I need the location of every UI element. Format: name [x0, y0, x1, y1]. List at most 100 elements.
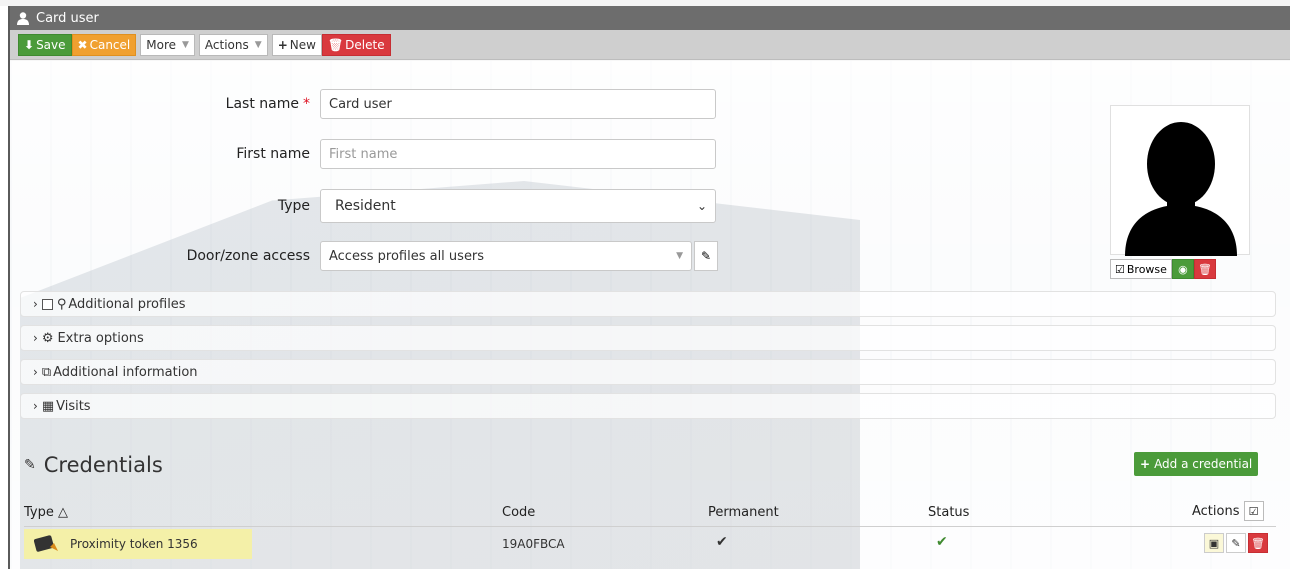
caret-down-icon: ▼	[182, 39, 189, 50]
section-additional-information[interactable]: › ⧉ Additional information	[20, 359, 1276, 385]
building-icon: ▦	[41, 398, 55, 414]
sitemap-icon: ⧉	[41, 364, 52, 380]
delete-button[interactable]: 🗑 Delete	[321, 33, 391, 56]
camera-icon: ◉	[1178, 262, 1188, 276]
cancel-icon: ✖	[77, 37, 88, 52]
pencil-icon: ✎	[700, 249, 712, 263]
table-row[interactable]: Proximity token 1356 19A0FBCA ✔ ✔ ▣ ✎ 🗑	[24, 529, 1276, 559]
trash-icon: 🗑	[1197, 262, 1212, 276]
type-value: Resident	[335, 198, 396, 214]
section-visits[interactable]: › ▦ Visits	[20, 393, 1276, 419]
credential-code: 19A0FBCA	[502, 537, 565, 551]
first-name-row: First name First name	[180, 139, 716, 169]
save-button[interactable]: ⬇ Save	[18, 33, 72, 56]
col-permanent[interactable]: Permanent	[708, 505, 779, 520]
col-status[interactable]: Status	[928, 505, 969, 520]
col-type[interactable]: Type △	[24, 505, 68, 520]
delete-credential-button[interactable]: 🗑	[1248, 533, 1268, 553]
more-dropdown[interactable]: More ▼	[140, 33, 195, 56]
last-name-label-text: Last name	[225, 96, 299, 112]
toolbar: ⬇ Save ✖ Cancel More ▼ Actions ▼ + New 🗑…	[10, 30, 1290, 60]
chevron-right-icon: ›	[33, 365, 38, 379]
trash-icon: 🗑	[327, 37, 344, 52]
edit-credential-button[interactable]: ✎	[1226, 533, 1246, 553]
proximity-token-icon	[34, 535, 58, 552]
window-titlebar: Card user	[10, 6, 1290, 30]
first-name-label: First name	[236, 146, 310, 162]
user-icon	[17, 12, 29, 25]
plus-icon: +	[1140, 457, 1151, 471]
actions-dropdown[interactable]: Actions ▼	[198, 33, 268, 56]
door-zone-label: Door/zone access	[186, 248, 310, 264]
chevron-right-icon: ›	[33, 331, 38, 345]
last-name-row: Last name * Card user	[180, 89, 716, 119]
credential-type: Proximity token 1356	[70, 537, 198, 551]
chevron-right-icon: ›	[33, 399, 38, 413]
actions-label: Actions	[204, 37, 249, 52]
permanent-check-icon: ✔	[716, 534, 728, 550]
credentials-title: Credentials	[43, 453, 163, 477]
more-label: More	[146, 37, 176, 52]
add-credential-button[interactable]: + Add a credential	[1134, 452, 1259, 476]
pencil-icon: ✎	[1231, 536, 1241, 550]
type-select[interactable]: Resident ⌄	[320, 189, 716, 223]
required-asterisk: *	[303, 96, 310, 112]
extra-options-label: Extra options	[57, 330, 144, 346]
delete-label: Delete	[345, 37, 385, 52]
col-actions: Actions ☑	[1192, 501, 1264, 521]
last-name-input[interactable]: Card user	[320, 89, 716, 119]
gears-icon: ⚙	[41, 330, 54, 346]
type-row: Type Resident ⌄	[180, 189, 716, 223]
chevron-down-icon: ⌄	[696, 199, 707, 213]
door-zone-value: Access profiles all users	[329, 248, 485, 264]
row-actions: ▣ ✎ 🗑	[1202, 533, 1268, 553]
card-user-window: Card user ⬇ Save ✖ Cancel More ▼ Actions…	[8, 6, 1290, 569]
photo-tools: ☑ Browse ◉ 🗑	[1110, 259, 1216, 279]
col-actions-label: Actions	[1192, 503, 1240, 519]
caret-down-icon: ▼	[676, 251, 683, 261]
caret-down-icon: ▼	[254, 39, 262, 50]
browse-button[interactable]: ☑ Browse	[1110, 259, 1172, 279]
browse-label: Browse	[1126, 262, 1167, 276]
tags-icon: ✎	[24, 457, 36, 473]
section-extra-options[interactable]: › ⚙ Extra options	[20, 325, 1276, 351]
credentials-table-header: Type △ Code Permanent Status Actions ☑	[24, 499, 1276, 527]
form-content: Last name * Card user First name First na…	[10, 61, 1290, 569]
chevron-right-icon: ›	[33, 297, 38, 311]
edit-door-zone-button[interactable]: ✎	[694, 241, 718, 271]
checkbox-icon[interactable]	[41, 298, 53, 310]
profile-key-icon: ⚲	[56, 296, 67, 312]
cancel-label: Cancel	[89, 37, 131, 52]
door-zone-select[interactable]: Access profiles all users ▼	[320, 241, 692, 271]
window-title: Card user	[36, 10, 99, 26]
trash-icon: 🗑	[1251, 536, 1265, 550]
first-name-placeholder: First name	[329, 146, 398, 162]
save-icon: ⬇	[24, 37, 35, 52]
view-credential-button[interactable]: ▣	[1204, 533, 1224, 553]
additional-profiles-label: Additional profiles	[68, 296, 186, 312]
silhouette-icon	[1125, 122, 1237, 256]
save-label: Save	[36, 37, 66, 52]
visits-label: Visits	[56, 398, 91, 414]
camera-button[interactable]: ◉	[1171, 259, 1194, 279]
credentials-heading: ✎ Credentials	[24, 453, 163, 477]
last-name-value: Card user	[329, 96, 392, 112]
status-check-icon: ✔	[936, 534, 948, 550]
select-all-icon[interactable]: ☑	[1243, 501, 1264, 521]
first-name-input[interactable]: First name	[320, 139, 716, 169]
cancel-button[interactable]: ✖ Cancel	[71, 33, 137, 56]
new-label: New	[289, 37, 316, 52]
col-code[interactable]: Code	[502, 505, 535, 520]
plus-icon: +	[277, 37, 288, 52]
new-button[interactable]: + New	[271, 33, 322, 56]
door-zone-row: Door/zone access Access profiles all use…	[180, 241, 718, 271]
last-name-label: Last name *	[180, 96, 320, 112]
add-credential-label: Add a credential	[1154, 457, 1253, 471]
additional-information-label: Additional information	[53, 364, 198, 380]
user-photo	[1110, 105, 1250, 256]
delete-photo-button[interactable]: 🗑	[1193, 259, 1216, 279]
section-additional-profiles[interactable]: › ⚲ Additional profiles	[20, 291, 1276, 317]
type-label: Type	[277, 198, 310, 214]
credential-type-cell: Proximity token 1356	[24, 529, 252, 559]
edit-box-icon: ☑	[1115, 262, 1125, 276]
